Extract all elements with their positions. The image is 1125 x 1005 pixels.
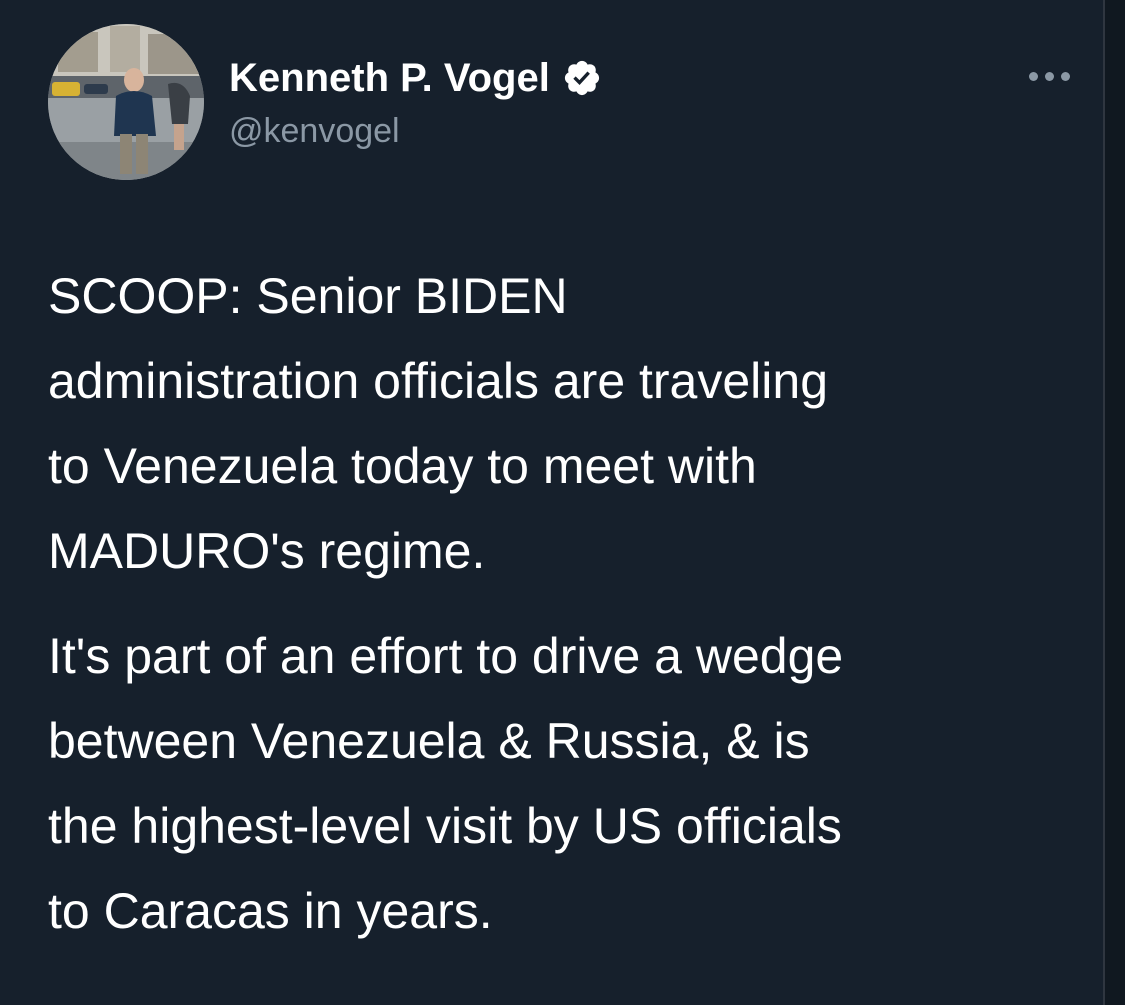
- scrollbar[interactable]: [1103, 0, 1125, 1005]
- tweet[interactable]: Kenneth P. Vogel @kenvogel SCOOP: Senior…: [0, 0, 1125, 1005]
- ellipsis-icon: [1044, 71, 1054, 81]
- author-row: Kenneth P. Vogel: [229, 54, 602, 102]
- author-display-name[interactable]: Kenneth P. Vogel: [229, 54, 550, 102]
- ellipsis-icon: [1060, 71, 1070, 81]
- tweet-paragraph: It's part of an effort to drive a wedge …: [48, 628, 844, 939]
- verified-badge-icon: [564, 60, 599, 96]
- tweet-paragraph: SCOOP: Senior BIDEN administration offic…: [48, 268, 829, 579]
- avatar[interactable]: [48, 24, 204, 180]
- tweet-text: SCOOP: Senior BIDEN administration offic…: [48, 254, 1088, 954]
- author-handle[interactable]: @kenvogel: [229, 109, 400, 153]
- avatar-photo: [48, 24, 204, 180]
- ellipsis-icon: [1028, 71, 1038, 81]
- more-options-button[interactable]: [1018, 58, 1080, 94]
